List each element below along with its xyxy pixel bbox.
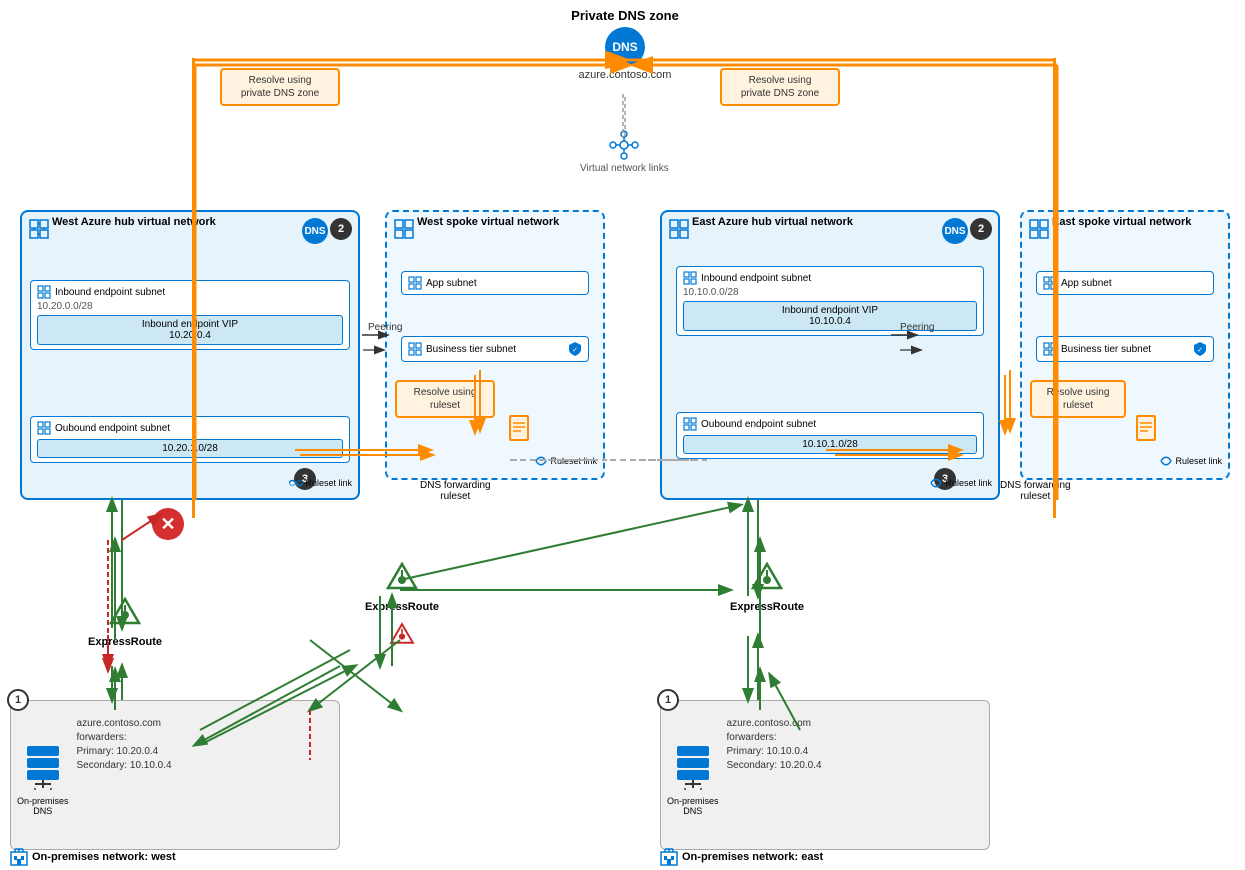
expressroute-west-left-icon bbox=[107, 595, 143, 631]
east-spoke-vnet-icon bbox=[1028, 218, 1050, 243]
east-spoke-business-subnet: Business tier subnet ✓ bbox=[1036, 336, 1214, 362]
onprem-east-badge: 1 bbox=[657, 689, 679, 711]
diagram: Private DNS zone DNS azure.contoso.com V… bbox=[0, 0, 1245, 870]
onprem-east-label: On-premises network: east bbox=[682, 851, 823, 863]
east-spoke-title: East spoke virtual network bbox=[1022, 212, 1228, 230]
expressroute-center-icon2 bbox=[388, 621, 416, 649]
error-circle: ✕ bbox=[152, 508, 184, 540]
west-spoke-vnet-icon bbox=[393, 218, 415, 243]
east-hub-ruleset-link: Ruleset link bbox=[929, 478, 992, 488]
east-hub-badge-2: 2 bbox=[970, 218, 992, 240]
east-spoke-ruleset-link: Ruleset link bbox=[1159, 456, 1222, 466]
east-inbound-subnet-label: Inbound endpoint subnet bbox=[701, 273, 811, 284]
private-dns-zone-label: Private DNS zone bbox=[380, 8, 870, 23]
west-hub-inbound-subnet: Inbound endpoint subnet 10.20.0.0/28 Inb… bbox=[30, 280, 350, 350]
expressroute-east: ExpressRoute bbox=[730, 560, 804, 613]
west-inbound-subnet-ip: 10.20.0.0/28 bbox=[37, 301, 343, 312]
west-hub-badge-2: 2 bbox=[330, 218, 352, 240]
east-hub-outbound-subnet: Oubound endpoint subnet 10.10.1.0/28 bbox=[676, 412, 984, 459]
west-inbound-subnet-label: Inbound endpoint subnet bbox=[55, 287, 165, 298]
onprem-west-server-icon: On-premises DNS bbox=[17, 707, 69, 843]
west-inbound-vip: Inbound endpoint VIP 10.20.0.4 bbox=[37, 315, 343, 345]
expressroute-center-icon bbox=[384, 560, 420, 596]
west-business-shield-icon: ✓ bbox=[568, 341, 582, 357]
east-spoke-resolve-ruleset: Resolve using ruleset bbox=[1030, 380, 1126, 418]
west-spoke-app-subnet: App subnet bbox=[401, 271, 589, 295]
east-spoke-app-subnet-label: App subnet bbox=[1061, 278, 1112, 289]
east-inbound-subnet-ip: 10.10.0.0/28 bbox=[683, 287, 977, 298]
west-outbound-subnet-ip: 10.20.1.0/28 bbox=[37, 439, 343, 458]
west-hub-outbound-subnet: Oubound endpoint subnet 10.20.1.0/28 bbox=[30, 416, 350, 463]
west-spoke-app-subnet-label: App subnet bbox=[426, 278, 477, 289]
onprem-east-dns-info: azure.contoso.com forwarders: Primary: 1… bbox=[727, 707, 822, 843]
expressroute-center-label: ExpressRoute bbox=[365, 601, 439, 613]
west-spoke-title: West spoke virtual network bbox=[387, 212, 603, 230]
vnet-links-icon bbox=[609, 130, 639, 160]
resolve-box-west: Resolve using private DNS zone bbox=[220, 68, 340, 106]
east-business-shield-icon: ✓ bbox=[1193, 341, 1207, 357]
onprem-west-dns-label: On-premises DNS bbox=[17, 796, 69, 816]
west-spoke-dns-doc-icon bbox=[507, 413, 535, 448]
onprem-east-server-icon: On-premises DNS bbox=[667, 707, 719, 843]
onprem-west-label: On-premises network: west bbox=[32, 851, 176, 863]
onprem-west-network-label: On-premises network: west bbox=[10, 848, 176, 866]
onprem-east-box: 1 On-premises DNS azure.contoso.com fo bbox=[660, 700, 990, 850]
east-spoke-dns-doc-icon bbox=[1134, 413, 1162, 448]
west-hub-ruleset-link: Ruleset link bbox=[289, 478, 352, 488]
west-outbound-subnet-label: Oubound endpoint subnet bbox=[55, 423, 170, 434]
east-hub-vnet-icon bbox=[668, 218, 690, 243]
east-hub-network: East Azure hub virtual network DNS 2 Inb… bbox=[660, 210, 1000, 500]
peering-east-label: Peering bbox=[900, 322, 934, 333]
east-hub-inbound-subnet: Inbound endpoint subnet 10.10.0.0/28 Inb… bbox=[676, 266, 984, 336]
expressroute-center: ExpressRoute bbox=[365, 560, 439, 652]
west-hub-vnet-icon bbox=[28, 218, 50, 243]
onprem-east-dns-label: On-premises DNS bbox=[667, 796, 719, 816]
peering-west-label: Peering bbox=[368, 322, 402, 333]
onprem-west-badge: 1 bbox=[7, 689, 29, 711]
expressroute-west-left: ExpressRoute bbox=[88, 595, 162, 648]
east-outbound-subnet-label: Oubound endpoint subnet bbox=[701, 419, 816, 430]
east-spoke-network: East spoke virtual network App subnet Bu… bbox=[1020, 210, 1230, 480]
onprem-east-building-icon bbox=[660, 848, 678, 866]
svg-text:✓: ✓ bbox=[572, 347, 578, 354]
onprem-west-building-icon bbox=[10, 848, 28, 866]
east-spoke-business-subnet-label: Business tier subnet bbox=[1061, 344, 1151, 355]
expressroute-east-icon bbox=[749, 560, 785, 596]
west-spoke-business-subnet: Business tier subnet ✓ bbox=[401, 336, 589, 362]
onprem-east-network-label: On-premises network: east bbox=[660, 848, 823, 866]
vnet-links: Virtual network links bbox=[580, 130, 669, 174]
west-hub-network: West Azure hub virtual network DNS 2 Inb… bbox=[20, 210, 360, 500]
east-dns-ruleset-label: DNS forwarding ruleset bbox=[1000, 480, 1071, 502]
expressroute-west-left-label: ExpressRoute bbox=[88, 636, 162, 648]
west-dns-ruleset-label: DNS forwarding ruleset bbox=[420, 480, 491, 502]
west-spoke-resolve-ruleset: Resolve using ruleset bbox=[395, 380, 495, 418]
vnet-links-label: Virtual network links bbox=[580, 163, 669, 174]
onprem-west-box: 1 On-premises DNS azure. bbox=[10, 700, 340, 850]
east-outbound-subnet-ip: 10.10.1.0/28 bbox=[683, 435, 977, 454]
west-hub-dns-badge: DNS bbox=[302, 218, 328, 244]
east-hub-dns-badge: DNS bbox=[942, 218, 968, 244]
resolve-box-east: Resolve using private DNS zone bbox=[720, 68, 840, 106]
east-spoke-app-subnet: App subnet bbox=[1036, 271, 1214, 295]
dns-zone-icon: DNS bbox=[605, 27, 645, 67]
svg-text:✓: ✓ bbox=[1197, 347, 1203, 354]
west-spoke-ruleset-link: Ruleset link bbox=[534, 456, 597, 466]
onprem-west-dns-info: azure.contoso.com forwarders: Primary: 1… bbox=[77, 707, 172, 843]
west-spoke-network: West spoke virtual network App subnet Bu… bbox=[385, 210, 605, 480]
west-spoke-business-subnet-label: Business tier subnet bbox=[426, 344, 516, 355]
expressroute-east-label: ExpressRoute bbox=[730, 601, 804, 613]
